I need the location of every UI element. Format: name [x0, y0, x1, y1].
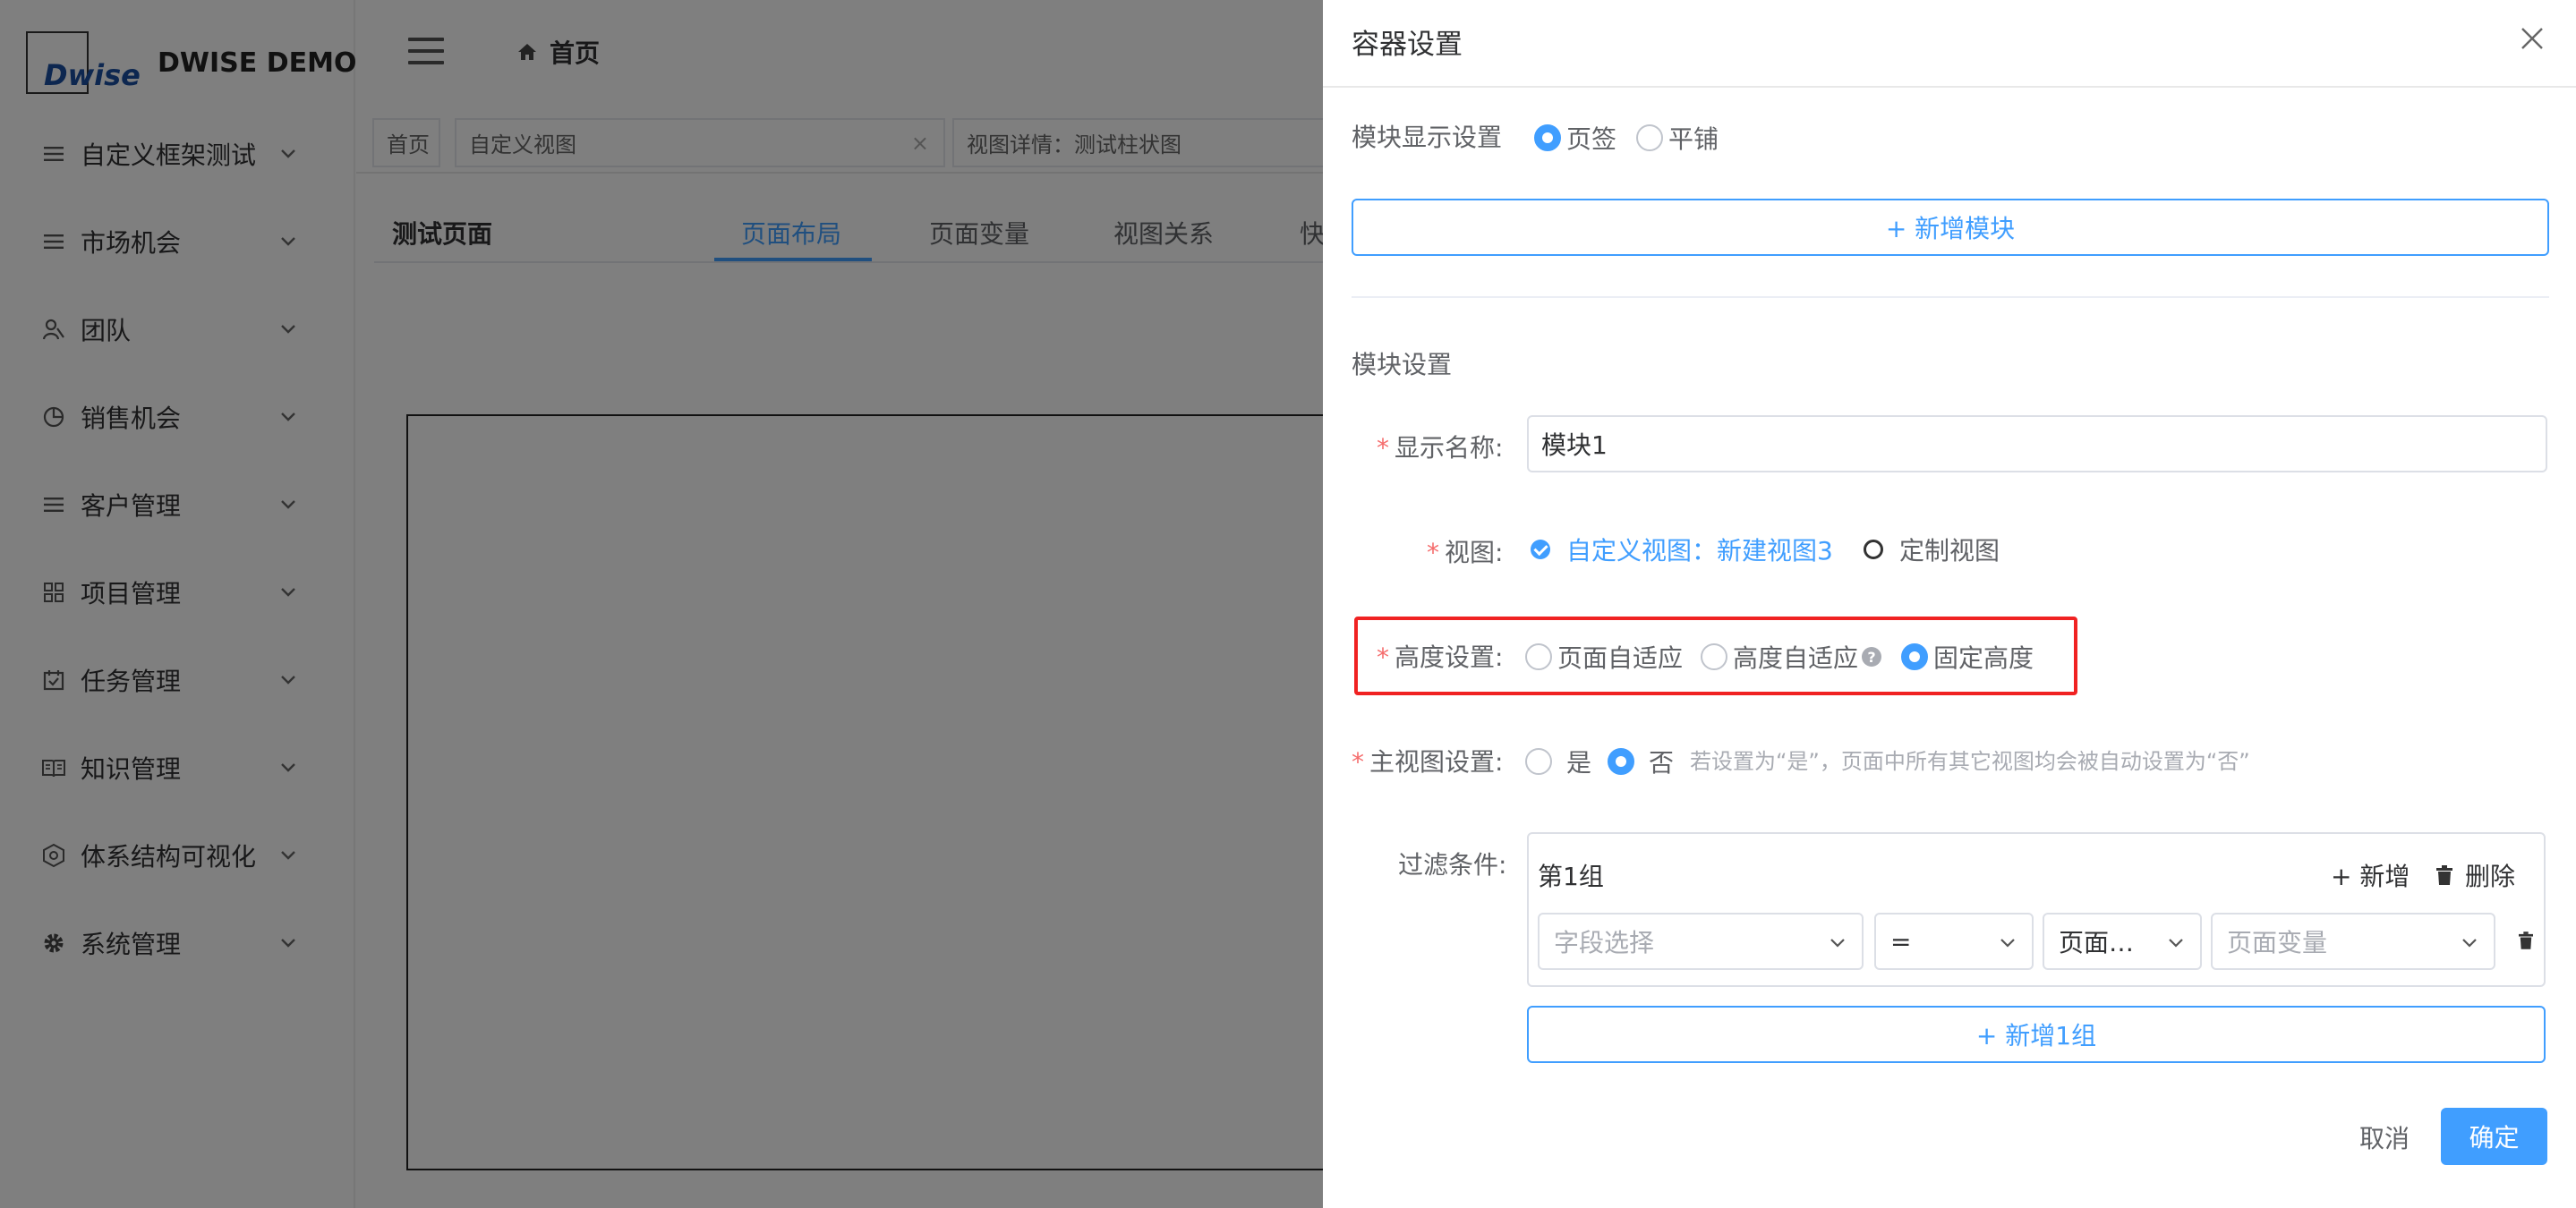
chevron-down-icon [1830, 939, 1845, 948]
radio-tabs[interactable]: 页签 [1534, 120, 1616, 156]
add-group-button[interactable]: + 新增1组 [1527, 1006, 2546, 1063]
page-variable-select[interactable]: 页面变量 [2211, 913, 2495, 970]
confirm-button[interactable]: 确定 [2441, 1108, 2547, 1165]
filter-label: 过滤条件: [1398, 850, 1507, 880]
view-label: * 视图: [1427, 538, 1504, 567]
check-circle-icon [1531, 540, 1550, 559]
radio-dot [1608, 748, 1634, 775]
label-text: 主视图设置: [1369, 747, 1504, 777]
operator-value: = [1890, 926, 1912, 957]
page-variable-placeholder: 页面变量 [2227, 928, 2328, 957]
radio-dot [1525, 748, 1552, 775]
modal-overlay[interactable] [0, 0, 1323, 1208]
main-view-label: * 主视图设置: [1352, 747, 1504, 777]
label-text: 显示名称: [1395, 433, 1504, 463]
radio-label: 平铺 [1668, 124, 1719, 154]
display-name-field[interactable]: 模块1 [1527, 415, 2547, 472]
radio-main-yes[interactable]: 是 [1525, 744, 1591, 779]
display-name-value: 模块1 [1541, 430, 1608, 460]
radio-main-no[interactable]: 否 [1608, 744, 1674, 779]
drawer-title: 容器设置 [1352, 29, 1463, 61]
view-option-custom[interactable]: 自定义视图：新建视图3 [1531, 532, 1833, 567]
circle-icon [1864, 540, 1883, 559]
delete-group-label: 删除 [2465, 862, 2516, 891]
main-view-hint: 若设置为“是”，页面中所有其它视图均会被自动设置为“否” [1690, 749, 2250, 774]
filter-group: 第1组 + 新增 删除 字段选择 = 页面… 页面变量 [1527, 832, 2546, 987]
cancel-button[interactable]: 取消 [2359, 1119, 2410, 1155]
radio-label: 否 [1649, 748, 1675, 778]
chevron-down-icon [2000, 939, 2015, 948]
value-source-select[interactable]: 页面… [2043, 913, 2202, 970]
group-title: 第1组 [1538, 862, 1604, 891]
module-display-label: 模块显示设置 [1352, 123, 1503, 152]
close-icon[interactable] [2519, 25, 2546, 52]
trash-icon[interactable] [2519, 932, 2533, 949]
trash-icon [2436, 865, 2452, 885]
view-option-label: 定制视图 [1899, 536, 2000, 566]
radio-tile[interactable]: 平铺 [1636, 120, 1719, 156]
field-select[interactable]: 字段选择 [1538, 913, 1864, 970]
chevron-down-icon [2169, 939, 2183, 948]
delete-group-button[interactable]: 删除 [2436, 857, 2515, 893]
height-setting-highlight [1354, 617, 2077, 695]
view-option-customized[interactable]: 定制视图 [1864, 532, 2000, 567]
operator-select[interactable]: = [1874, 913, 2034, 970]
radio-dot [1534, 124, 1561, 151]
module-settings-heading: 模块设置 [1352, 350, 1453, 379]
add-module-button[interactable]: + 新增模块 [1352, 199, 2549, 256]
chevron-down-icon [2462, 939, 2477, 948]
radio-label: 页签 [1566, 124, 1617, 154]
add-condition-button[interactable]: + 新增 [2331, 857, 2410, 893]
value-source-value: 页面… [2059, 928, 2135, 957]
add-condition-label: + 新增 [2331, 862, 2410, 891]
view-option-label: 自定义视图：新建视图3 [1566, 536, 1833, 566]
radio-dot [1636, 124, 1663, 151]
section-divider [1352, 296, 2549, 298]
display-name-label: * 显示名称: [1377, 433, 1504, 463]
header-divider [1323, 86, 2576, 88]
label-text: 视图: [1445, 538, 1504, 567]
radio-label: 是 [1566, 748, 1592, 778]
field-select-placeholder: 字段选择 [1554, 928, 1655, 957]
